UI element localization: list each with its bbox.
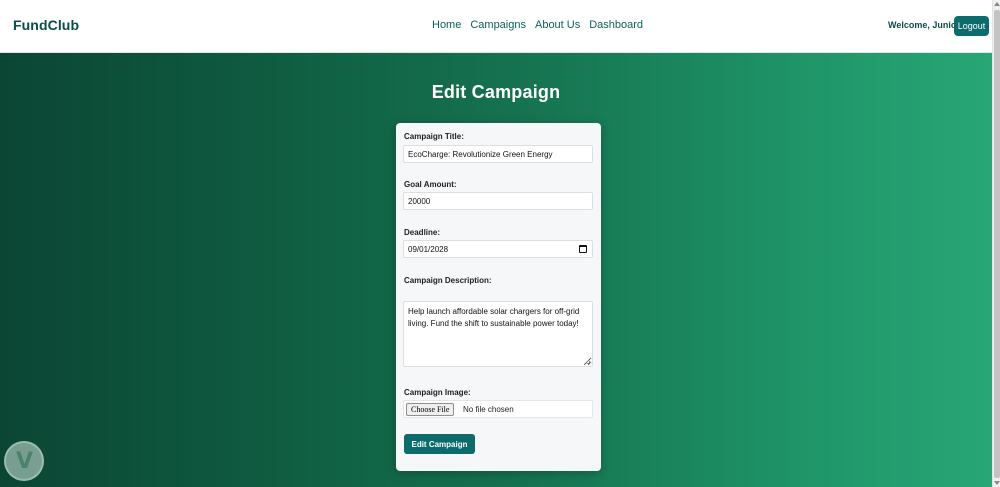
welcome-text: Welcome, Junior bbox=[888, 20, 960, 30]
deadline-label: Deadline: bbox=[404, 228, 441, 237]
resize-handle[interactable] bbox=[585, 359, 590, 364]
navbar: FundClub Home Campaigns About Us Dashboa… bbox=[0, 0, 992, 53]
nav-link-campaigns[interactable]: Campaigns bbox=[470, 19, 526, 31]
deadline-input[interactable]: 09/01/2028 bbox=[403, 240, 593, 258]
scroll-up-icon[interactable] bbox=[994, 2, 1000, 6]
campaign-description-textarea[interactable]: Help launch affordable solar chargers fo… bbox=[403, 301, 593, 367]
choose-file-button[interactable]: Choose File bbox=[406, 403, 455, 416]
nav-link-about-us[interactable]: About Us bbox=[535, 19, 580, 31]
watermark-v-glyph: V bbox=[16, 449, 34, 474]
campaign-image-input[interactable]: Choose File No file chosen bbox=[403, 400, 593, 418]
goal-amount-input[interactable] bbox=[403, 192, 593, 210]
scroll-down-icon[interactable] bbox=[994, 481, 1000, 485]
campaign-description-text: Help launch affordable solar chargers fo… bbox=[408, 307, 580, 328]
deadline-value: 09/01/2028 bbox=[408, 245, 449, 254]
nav-link-home[interactable]: Home bbox=[432, 19, 461, 31]
campaign-description-label: Campaign Description: bbox=[404, 276, 492, 285]
campaign-title-label: Campaign Title: bbox=[404, 132, 464, 141]
goal-amount-label: Goal Amount: bbox=[404, 180, 457, 189]
shield-logo-icon: V bbox=[4, 441, 44, 481]
campaign-title-input[interactable] bbox=[403, 145, 593, 163]
page-title: Edit Campaign bbox=[431, 82, 561, 102]
scrollbar[interactable] bbox=[992, 0, 1000, 487]
campaign-image-label: Campaign Image: bbox=[404, 388, 471, 397]
nav-link-dashboard[interactable]: Dashboard bbox=[589, 19, 643, 31]
brand-logo[interactable]: FundClub bbox=[13, 17, 79, 33]
nav-links: Home Campaigns About Us Dashboard bbox=[432, 19, 643, 31]
scrollbar-thumb[interactable] bbox=[994, 10, 1000, 478]
no-file-text: No file chosen bbox=[463, 405, 514, 414]
edit-campaign-button[interactable]: Edit Campaign bbox=[404, 434, 475, 454]
edit-campaign-form: Campaign Title: Goal Amount: Deadline: 0… bbox=[396, 123, 601, 471]
logout-button[interactable]: Logout bbox=[954, 16, 989, 36]
calendar-icon[interactable] bbox=[579, 245, 587, 253]
